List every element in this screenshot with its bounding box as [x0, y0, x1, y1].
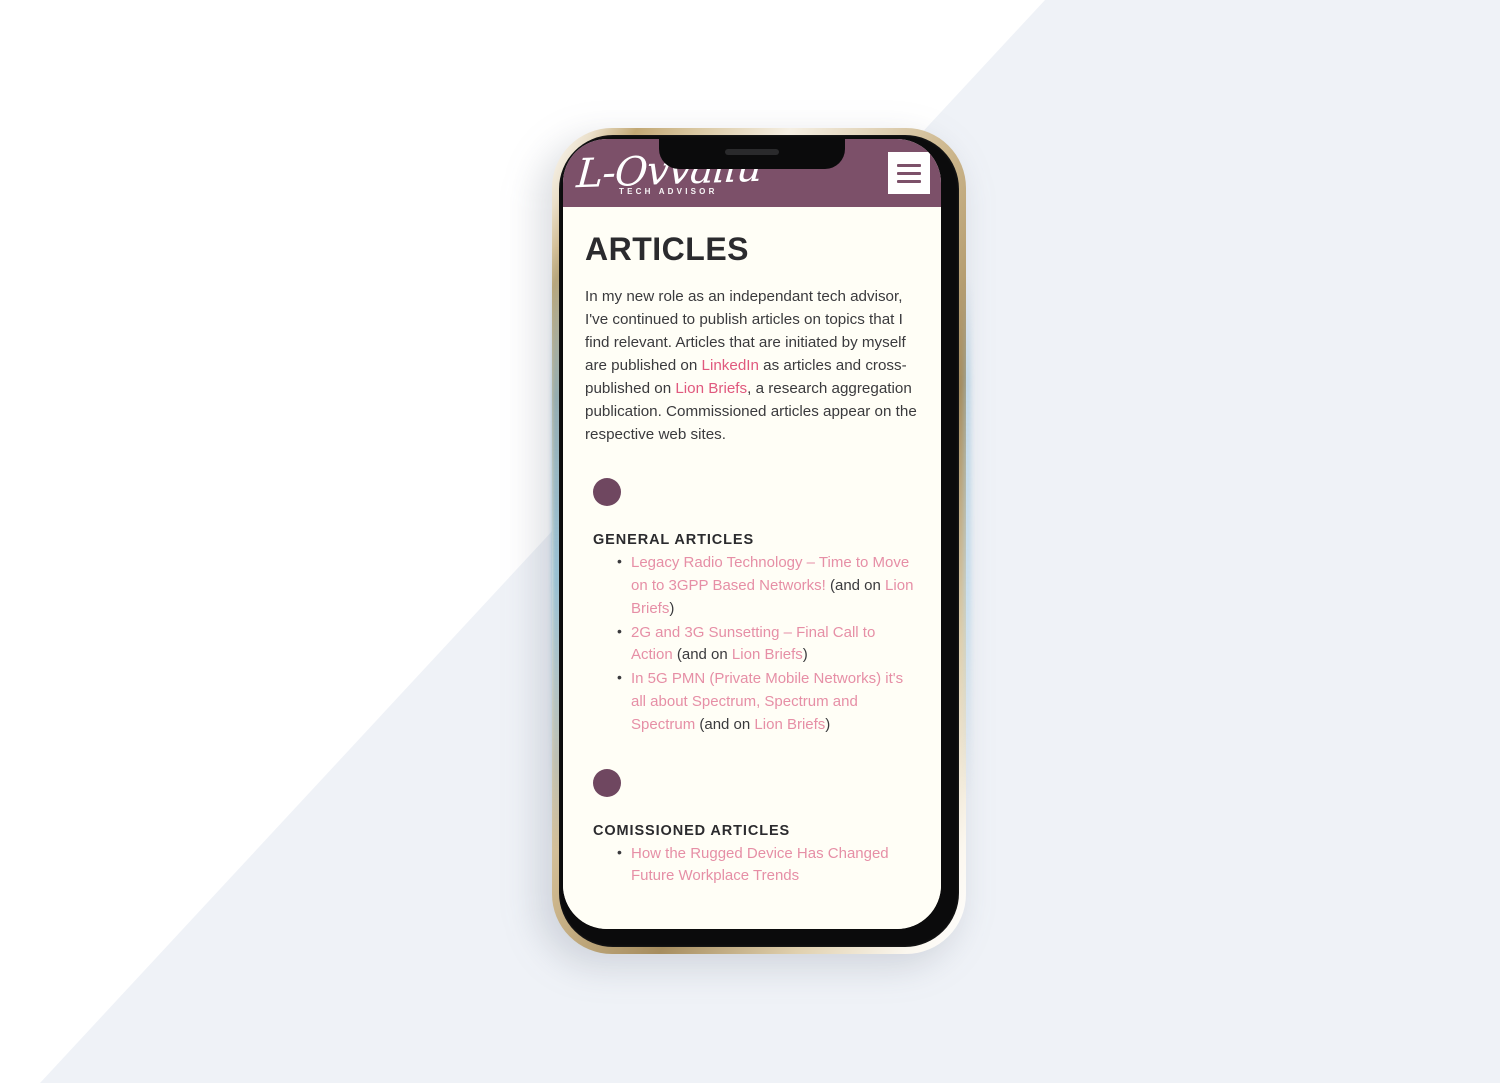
article-suffix-close: ) — [669, 599, 675, 617]
hamburger-bar-3 — [897, 179, 921, 183]
article-list-general: Legacy Radio Technology – Time to Move o… — [585, 551, 919, 736]
list-item: Legacy Radio Technology – Time to Move o… — [617, 551, 919, 620]
phone-mockup: L-Ovvallu TECH ADVISOR ARTICLES In my ne… — [538, 128, 972, 966]
link-lion-briefs-intro[interactable]: Lion Briefs — [675, 380, 747, 397]
article-cross-link-lion-briefs[interactable]: Lion Briefs — [754, 716, 825, 733]
article-suffix-open: (and on — [695, 715, 755, 733]
article-suffix-open: (and on — [825, 577, 886, 595]
intro-paragraph: In my new role as an independant tech ad… — [585, 285, 919, 447]
list-item: In 5G PMN (Private Mobile Networks) it's… — [617, 667, 919, 736]
list-item: 2G and 3G Sunsetting – Final Call to Act… — [617, 621, 919, 668]
phone-right-glint — [964, 278, 971, 798]
hamburger-menu-icon[interactable] — [888, 152, 930, 194]
article-suffix-close: ) — [825, 715, 831, 733]
section-heading-general: GENERAL ARTICLES — [593, 532, 755, 549]
article-cross-link-lion-briefs[interactable]: Lion Briefs — [732, 646, 803, 663]
article-link-rugged-device[interactable]: How the Rugged Device Has Changed Future… — [631, 845, 889, 885]
canvas: L-Ovvallu TECH ADVISOR ARTICLES In my ne… — [0, 0, 1500, 1083]
earpiece-speaker-icon — [725, 149, 779, 155]
hamburger-bar-2 — [897, 171, 921, 175]
section-dot-marker-comissioned — [593, 768, 621, 797]
page-content: ARTICLES In my new role as an independan… — [563, 207, 941, 929]
logo-subtitle: TECH ADVISOR — [619, 186, 718, 196]
article-list-comissioned: How the Rugged Device Has Changed Future… — [585, 842, 919, 889]
hamburger-bar-1 — [897, 163, 921, 167]
article-suffix-open: (and on — [672, 646, 732, 664]
link-linkedin[interactable]: LinkedIn — [702, 357, 759, 374]
page-title: ARTICLES — [585, 231, 749, 267]
section-dot-marker-general — [593, 478, 621, 507]
phone-screen: L-Ovvallu TECH ADVISOR ARTICLES In my ne… — [563, 139, 941, 929]
section-heading-comissioned: COMISSIONED ARTICLES — [593, 822, 791, 839]
list-item: How the Rugged Device Has Changed Future… — [617, 842, 919, 889]
article-suffix-close: ) — [802, 646, 808, 664]
phone-notch — [659, 139, 845, 169]
